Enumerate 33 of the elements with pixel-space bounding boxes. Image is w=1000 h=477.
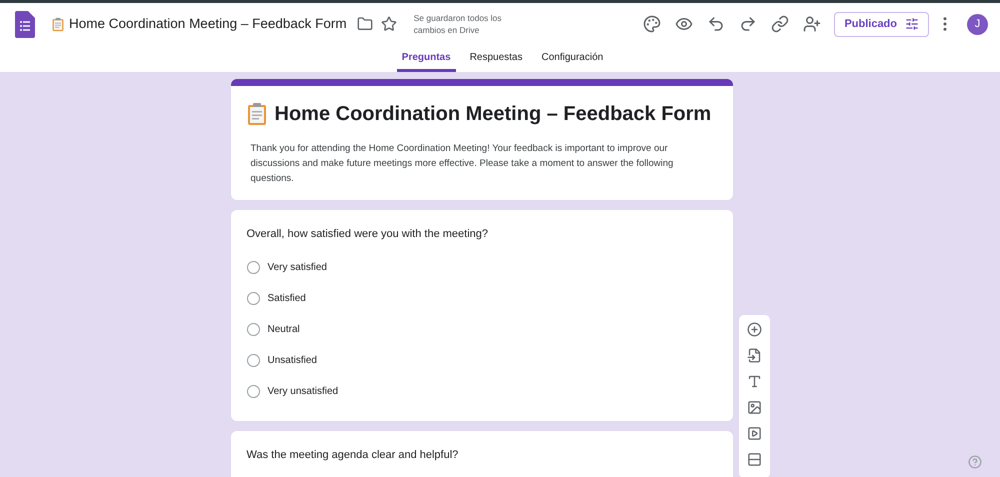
clipboard-icon (246, 102, 266, 126)
radio-button[interactable] (246, 322, 260, 336)
form-description[interactable]: Thank you for attending the Home Coordination Meeting! Your feedback is important to improve our discussions and make future meetings more effective. Please take a moment to answer the following questions. (246, 141, 716, 186)
form-title[interactable]: Home Coordination Meeting – Feedback Form (274, 99, 712, 129)
publish-button[interactable]: Publicado (834, 12, 929, 36)
option-label: Unsatisfied (268, 354, 317, 368)
image-icon[interactable] (746, 400, 762, 415)
radio-button[interactable] (246, 354, 260, 366)
radio-button[interactable] (246, 384, 260, 398)
user-avatar[interactable]: J (967, 14, 988, 34)
document-title[interactable]: Home Coordination Meeting – Feedback Form (69, 14, 347, 34)
option-label: Neutral (268, 322, 300, 336)
option-label: Very satisfied (268, 260, 327, 274)
tab[interactable]: Respuestas (464, 45, 528, 72)
option-label: Satisfied (268, 292, 306, 306)
option-label: Very unsatisfied (268, 384, 338, 398)
title-text-icon[interactable] (746, 374, 762, 389)
folder-icon[interactable] (356, 16, 373, 32)
question-title[interactable]: Overall, how satisfied were you with the meeting? (246, 226, 716, 242)
clipboard-icon (52, 16, 64, 32)
tab[interactable]: Configuración (536, 45, 608, 72)
add-question-icon[interactable] (746, 322, 762, 337)
sliders-icon (905, 17, 919, 31)
video-icon[interactable] (746, 426, 762, 441)
star-icon[interactable] (380, 16, 397, 32)
question-title[interactable]: Was the meeting agenda clear and helpful? (246, 446, 716, 463)
import-file-icon[interactable] (746, 348, 762, 363)
radio-button[interactable] (246, 260, 260, 274)
section-icon[interactable] (746, 452, 762, 467)
radio-button[interactable] (246, 292, 260, 304)
tab[interactable]: Preguntas (396, 45, 456, 72)
save-status: Se guardaron todos los cambios en Drive (414, 12, 503, 36)
forms-logo-icon[interactable] (15, 10, 35, 38)
